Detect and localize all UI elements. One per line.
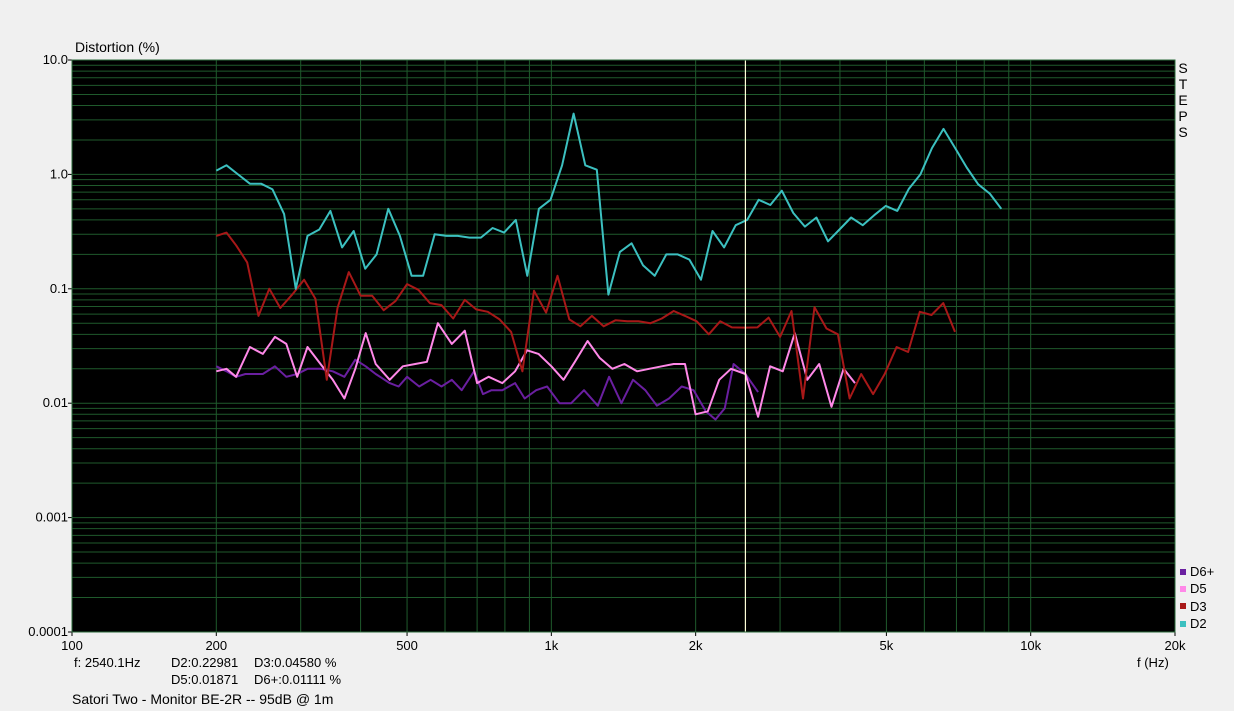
distortion-chart: 100 200 500 1k 2k 5k 10k 20k 10.0 1.0 0.1 0.01 0.001… [28,52,1186,653]
legend-label: D5 [1190,581,1207,597]
readout-d3: D3:0.04580 % [254,655,337,670]
legend-item-d5[interactable]: D5 [1180,580,1214,597]
legend-item-d2[interactable]: D2 [1180,615,1214,632]
x-tick-label: 10k [1020,638,1041,653]
y-tick-label: 0.1 [50,281,68,296]
x-tick-label: 2k [689,638,703,653]
legend-label: D3 [1190,598,1207,614]
legend-swatch [1180,620,1186,627]
legend-swatch [1180,585,1186,592]
steps-letter: S [1178,124,1188,140]
legend-swatch [1180,568,1186,575]
readout-d2: D2:0.22981 [171,655,239,670]
y-tick-label: 0.01 [43,395,68,410]
steps-letter: T [1178,76,1188,92]
y-tick-label: 0.0001 [28,624,68,639]
steps-letter: S [1178,60,1188,76]
readout-d5: D5:0.01871 [171,672,239,687]
y-tick-label: 1.0 [50,166,68,181]
x-tick-label: 200 [205,638,227,653]
readout-frequency: f: 2540.1Hz [74,655,141,670]
footer-title: Satori Two - Monitor BE-2R -- 95dB @ 1m [72,691,334,707]
steps-letter: P [1178,108,1188,124]
steps-label[interactable]: S T E P S [1176,60,1190,140]
y-tick-label: 0.001 [35,510,68,525]
x-tick-label: 1k [544,638,558,653]
readout-d6: D6+:0.01111 % [254,672,342,687]
legend-item-d6[interactable]: D6+ [1180,563,1214,580]
legend-label: D6+ [1190,564,1215,580]
x-tick-label: 20k [1165,638,1186,653]
legend-item-d3[interactable]: D3 [1180,598,1214,615]
plot-area [72,60,1175,632]
x-axis-title: f (Hz) [1137,655,1169,670]
x-tick-label: 5k [880,638,894,653]
steps-letter: E [1178,92,1188,108]
legend-swatch [1180,603,1186,610]
legend-label: D2 [1190,616,1207,632]
y-tick-label: 10.0 [43,52,68,67]
legend: D6+ D5 D3 D2 [1180,563,1214,632]
x-tick-label: 100 [61,638,83,653]
x-tick-label: 500 [396,638,418,653]
y-axis-title: Distortion (%) [75,39,160,55]
